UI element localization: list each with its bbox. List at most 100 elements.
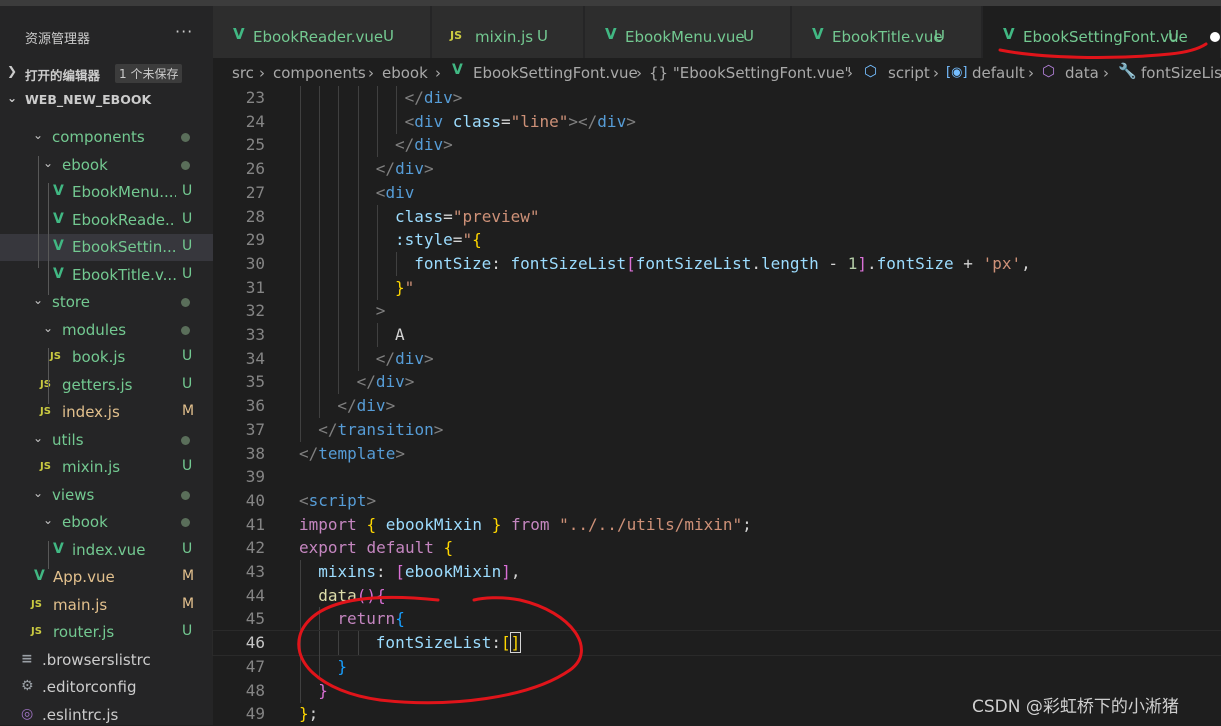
code-token: : — [491, 633, 502, 653]
tree-item-label: EbookReade... — [72, 210, 176, 229]
breadcrumb-script[interactable]: script — [888, 64, 930, 82]
code-line[interactable]: 43 mixins: [ebookMixin], — [213, 560, 1221, 584]
tree-item-label: EbookTitle.v... — [72, 265, 176, 284]
code-line[interactable]: 27 <div — [213, 180, 1221, 205]
editor-tab[interactable]: V EbookSettingFont.vue U — [983, 6, 1221, 58]
breadcrumb-default[interactable]: default — [972, 64, 1025, 82]
code-line[interactable]: 39 — [213, 465, 1221, 489]
code-text: fontSize: fontSizeList[fontSizeList.leng… — [414, 254, 1031, 273]
chevron-down-icon: ⌄ — [33, 485, 44, 500]
indent-guide — [319, 204, 321, 229]
file-item[interactable]: JS getters.js U — [0, 372, 213, 399]
file-item[interactable]: V App.vue M — [0, 564, 213, 591]
file-item[interactable]: JS index.js M — [0, 399, 213, 426]
folder-item[interactable]: ⌄ ebook — [0, 152, 213, 179]
folder-item[interactable]: ⌄ store — [0, 289, 213, 316]
more-actions-icon[interactable]: ··· — [175, 22, 193, 41]
breadcrumb-object[interactable]: {} "EbookSettingFont.vue" — [649, 64, 851, 82]
file-item[interactable]: ≡ .browserslistrc — [0, 647, 213, 674]
code-text: A — [395, 325, 405, 344]
indent-guide — [319, 275, 321, 300]
code-token: ; — [308, 704, 319, 724]
code-line[interactable]: 24 <div class="line"></div> — [213, 109, 1221, 134]
breadcrumb-ebook[interactable]: ebook — [382, 64, 428, 82]
file-item[interactable]: V EbookMenu.... U — [0, 179, 213, 206]
breadcrumb-file[interactable]: EbookSettingFont.vue — [473, 64, 638, 82]
file-item[interactable]: ⚙ .editorconfig — [0, 674, 213, 701]
tab-label: EbookTitle.vue — [832, 28, 943, 46]
editor-tab[interactable]: V EbookReader.vue U — [213, 6, 431, 58]
breadcrumb-components[interactable]: components — [273, 64, 366, 82]
chevron-right-icon: › — [368, 64, 374, 82]
code-line[interactable]: 31}" — [213, 275, 1221, 300]
file-item[interactable]: V EbookSettin... U — [0, 234, 213, 261]
file-item[interactable]: V EbookTitle.v... U — [0, 262, 213, 289]
tab-label: EbookMenu.vue — [625, 28, 745, 46]
folder-item[interactable]: ⌄ utils — [0, 427, 213, 454]
folder-item[interactable]: ⌄ ebook — [0, 509, 213, 536]
code-token: fontSize — [876, 253, 954, 273]
code-line[interactable]: 44 data(){ — [213, 583, 1221, 608]
open-editors-section[interactable]: ❯ 打开的编辑器 1 个未保存 — [0, 60, 213, 86]
code-line[interactable]: 45 return{ — [213, 607, 1221, 632]
vue-file-icon: V — [53, 210, 64, 227]
code-token: { — [443, 538, 454, 558]
code-line[interactable]: 30 fontSize: fontSizeList[fontSizeList.le… — [213, 251, 1221, 276]
code-line[interactable]: 29:style="{ — [213, 228, 1221, 253]
indent-guide — [319, 251, 321, 276]
code-text: class="preview" — [395, 207, 540, 226]
code-token: " — [404, 277, 415, 297]
code-line[interactable]: 23 </div> — [213, 86, 1221, 110]
indent-guide — [300, 299, 301, 324]
file-item[interactable]: JS mixin.js U — [0, 454, 213, 481]
editor-tab[interactable]: V EbookMenu.vue U — [585, 6, 791, 58]
code-line[interactable]: 47} — [213, 654, 1221, 679]
folder-item[interactable]: ⌄ components — [0, 124, 213, 151]
code-line[interactable]: 38 </template> — [213, 442, 1221, 466]
git-status-badge: U — [182, 348, 193, 364]
code-line[interactable]: 26 </div> — [213, 157, 1221, 182]
breadcrumb-member[interactable]: fontSizeList — [1141, 64, 1221, 82]
file-item[interactable]: JS book.js U — [0, 344, 213, 371]
code-token: > — [366, 490, 377, 510]
code-line[interactable]: 40 <script> — [213, 489, 1221, 513]
unsaved-dot-icon[interactable] — [1210, 32, 1220, 42]
code-text: return{ — [337, 609, 404, 628]
explorer-header: 资源管理器 ··· — [0, 6, 213, 62]
code-token: length — [760, 253, 819, 273]
editor-tab[interactable]: V EbookTitle.vue U — [792, 6, 982, 58]
tab-label: EbookReader.vue — [253, 28, 384, 46]
file-item[interactable]: V EbookReade... U — [0, 207, 213, 234]
code-line[interactable]: 25 </div> — [213, 133, 1221, 158]
code-line[interactable]: 46 fontSizeList:[] — [212, 630, 1221, 657]
line-number: 32 — [245, 301, 265, 321]
code-line[interactable]: 28 class="preview" — [213, 204, 1221, 229]
code-text: </div> — [395, 135, 453, 154]
folder-item[interactable]: ⌄ views — [0, 482, 213, 509]
code-line[interactable]: 34 </div> — [213, 346, 1221, 371]
code-line[interactable]: 33 A — [213, 323, 1221, 347]
code-token: ; — [742, 514, 752, 534]
file-item[interactable]: Vindex.vue U — [0, 537, 213, 564]
code-editor[interactable]: 23 </div> 24 <div class="line"></div> 25 </di… — [212, 86, 1221, 725]
code-line[interactable]: 42 export default { — [213, 536, 1221, 560]
breadcrumb-src[interactable]: src — [232, 64, 254, 82]
code-line[interactable]: 32 > — [213, 299, 1221, 324]
code-line[interactable]: 35 </div> — [213, 370, 1221, 395]
code-token: > — [385, 396, 396, 416]
code-line[interactable]: 36 </div> — [213, 394, 1221, 419]
code-line[interactable]: 41 import { ebookMixin } from "../../util… — [213, 513, 1221, 537]
file-item[interactable]: JS main.js M — [0, 592, 213, 619]
file-item[interactable]: ◎ .eslintrc.js — [0, 702, 213, 726]
file-item[interactable]: JS router.js U — [0, 619, 213, 646]
folder-item[interactable]: ⌄ modules — [0, 317, 213, 344]
breadcrumb-data[interactable]: data — [1065, 64, 1099, 82]
method-icon: ⬡ — [1042, 62, 1056, 80]
git-status-badge: U — [383, 27, 394, 45]
editor-tab[interactable]: JS mixin.js U — [432, 6, 584, 58]
code-line[interactable]: 37 </transition> — [213, 417, 1221, 442]
code-text: data(){ — [318, 586, 385, 605]
project-section[interactable]: ⌄ WEB_NEW_EBOOK — [0, 87, 213, 113]
tree-item-label: .editorconfig — [42, 678, 137, 696]
chevron-right-icon: ❯ — [7, 64, 18, 78]
